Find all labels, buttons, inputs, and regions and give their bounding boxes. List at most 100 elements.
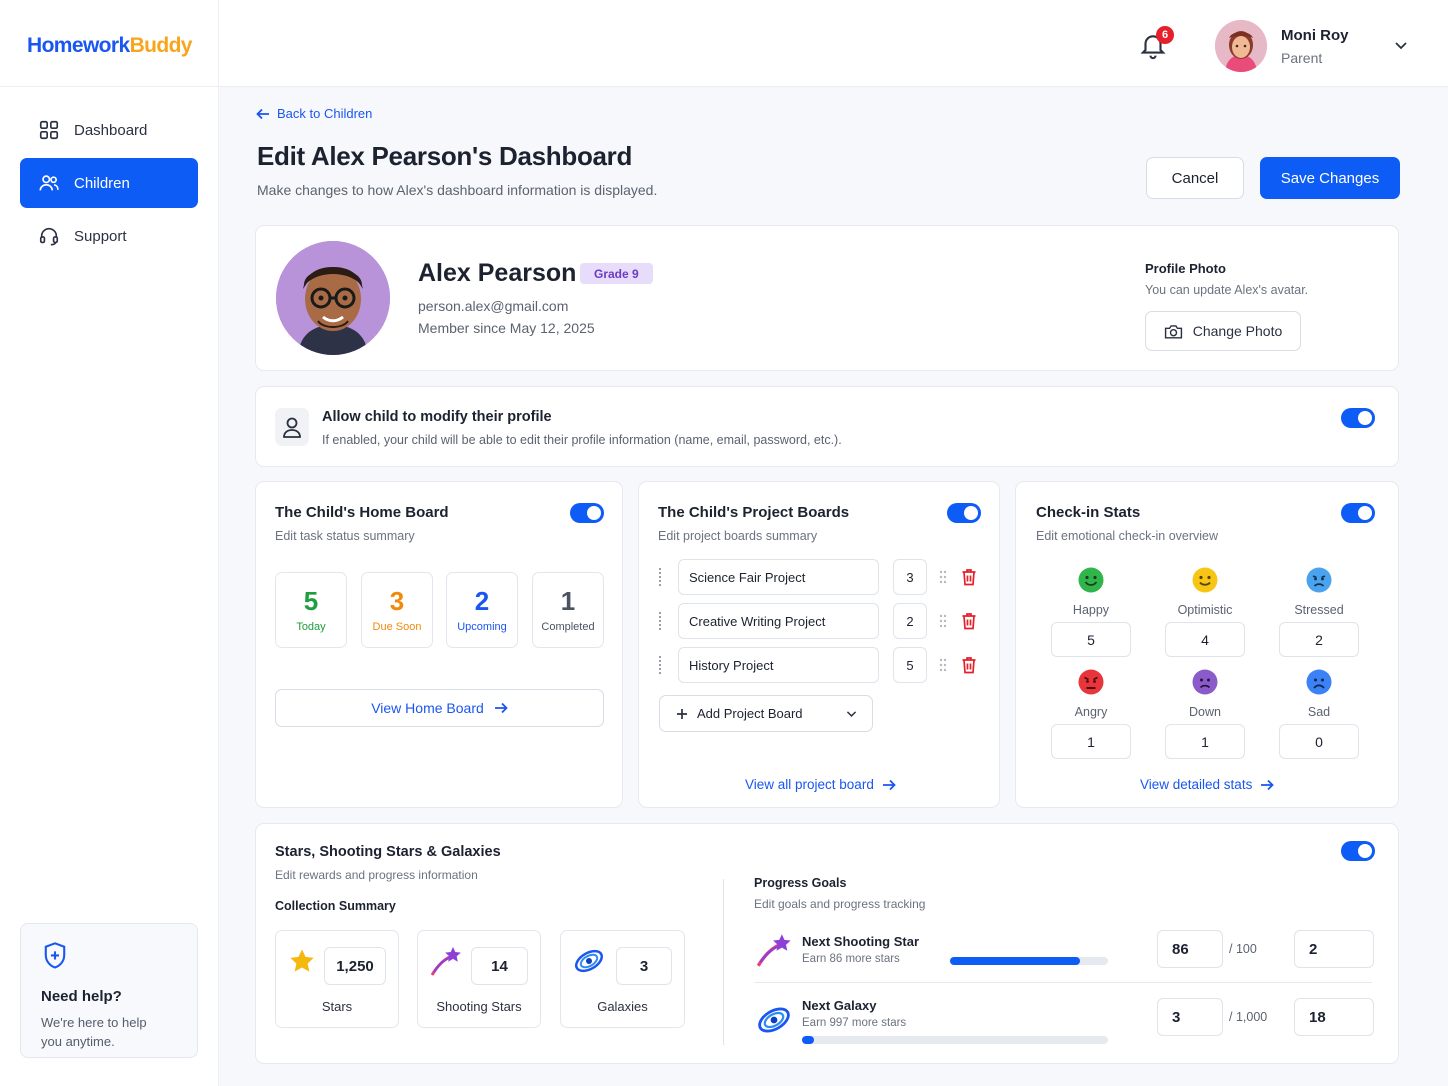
chevron-down-icon[interactable]	[1393, 37, 1409, 53]
goal-progress-bar	[950, 957, 1108, 965]
sidebar-item-dashboard[interactable]: Dashboard	[20, 105, 198, 155]
galaxies-value-field[interactable]: 3	[616, 947, 672, 985]
happy-face-icon	[1078, 567, 1104, 593]
grip-icon[interactable]	[938, 613, 948, 629]
change-photo-label: Change Photo	[1192, 323, 1283, 339]
sidebar-item-children[interactable]: Children	[20, 158, 198, 208]
project-row: History Project 5	[659, 647, 979, 683]
user-icon	[275, 408, 309, 446]
mood-value-field[interactable]: 1	[1051, 724, 1131, 759]
project-count-field[interactable]: 2	[893, 603, 927, 639]
view-all-project-board-link[interactable]: View all project board	[745, 777, 896, 792]
user-avatar[interactable]	[1215, 20, 1267, 72]
grip-icon[interactable]	[938, 569, 948, 585]
goal-progress-fill	[802, 1036, 815, 1044]
stat-today[interactable]: 5 Today	[275, 572, 347, 648]
down-face-icon	[1192, 669, 1218, 695]
sidebar-item-label: Dashboard	[74, 121, 148, 139]
star-icon	[290, 949, 314, 972]
add-project-board-dropdown[interactable]: Add Project Board	[659, 695, 873, 732]
home-board-toggle[interactable]	[570, 503, 604, 523]
mood-value-field[interactable]: 5	[1051, 622, 1131, 657]
galaxy-icon	[758, 1007, 790, 1033]
stars-value-field[interactable]: 1,250	[324, 947, 386, 985]
shield-icon	[44, 942, 66, 969]
project-boards-toggle[interactable]	[947, 503, 981, 523]
help-text: We're here to help you anytime.	[41, 1015, 147, 1049]
permission-card: Allow child to modify their profile If e…	[255, 386, 1399, 467]
project-count-field[interactable]: 5	[893, 647, 927, 683]
project-boards-card: The Child's Project Boards Edit project …	[638, 481, 1000, 808]
goal-extra-field[interactable]: 18	[1294, 998, 1374, 1036]
mood-optimistic: Optimistic 4	[1165, 567, 1245, 657]
arrow-left-icon	[256, 108, 269, 119]
home-board-card: The Child's Home Board Edit task status …	[255, 481, 623, 808]
plus-icon	[677, 708, 687, 719]
drag-handle-icon[interactable]	[659, 656, 663, 674]
project-name-field[interactable]: History Project	[678, 647, 879, 683]
project-boards-subtitle: Edit project boards summary	[658, 529, 818, 543]
shooting-stars-value-field[interactable]: 14	[471, 947, 528, 985]
project-name-field[interactable]: Creative Writing Project	[678, 603, 879, 639]
member-since: Member since May 12, 2025	[418, 320, 595, 336]
project-row: Science Fair Project 3	[659, 559, 979, 595]
stat-value: 5	[303, 586, 319, 616]
mood-label: Optimistic	[1177, 603, 1233, 617]
grid-icon	[39, 120, 59, 140]
drag-handle-icon[interactable]	[659, 612, 663, 630]
allow-modify-toggle[interactable]	[1341, 408, 1375, 428]
mood-value-field[interactable]: 2	[1279, 622, 1359, 657]
galaxy-icon	[574, 949, 604, 973]
stat-upcoming[interactable]: 2 Upcoming	[446, 572, 518, 648]
mood-label: Stressed	[1294, 603, 1344, 617]
user-name[interactable]: Moni Roy	[1281, 27, 1349, 44]
project-row: Creative Writing Project 2	[659, 603, 979, 639]
view-detailed-stats-link[interactable]: View detailed stats	[1140, 777, 1275, 792]
save-changes-button[interactable]: Save Changes	[1260, 157, 1400, 199]
section-divider	[723, 879, 724, 1045]
sidebar-item-support[interactable]: Support	[20, 211, 198, 261]
checkin-toggle[interactable]	[1341, 503, 1375, 523]
mood-angry: Angry 1	[1051, 669, 1131, 759]
home-board-subtitle: Edit task status summary	[275, 529, 415, 543]
sidebar-item-label: Children	[74, 174, 130, 192]
mood-label: Sad	[1307, 705, 1331, 719]
headset-icon	[39, 227, 59, 246]
back-to-children-link[interactable]: Back to Children	[256, 106, 372, 121]
drag-handle-icon[interactable]	[659, 568, 663, 586]
arrow-right-icon	[494, 702, 508, 714]
mood-value-field[interactable]: 1	[1165, 724, 1245, 759]
project-name-field[interactable]: Science Fair Project	[678, 559, 879, 595]
brand-logo[interactable]: HomeworkBuddy	[27, 34, 192, 58]
trash-icon[interactable]	[961, 612, 977, 630]
cancel-button[interactable]: Cancel	[1146, 157, 1244, 199]
rewards-card: Stars, Shooting Stars & Galaxies Edit re…	[255, 823, 1399, 1064]
goal-divider	[754, 982, 1372, 983]
goal-current-field[interactable]: 86	[1157, 930, 1223, 968]
grip-icon[interactable]	[938, 657, 948, 673]
change-photo-button[interactable]: Change Photo	[1145, 311, 1301, 351]
project-boards-title: The Child's Project Boards	[658, 504, 850, 521]
stat-due-soon[interactable]: 3 Due Soon	[361, 572, 433, 648]
stat-completed[interactable]: 1 Completed	[532, 572, 604, 648]
stat-label: Completed	[541, 621, 595, 633]
view-home-board-label: View Home Board	[371, 700, 484, 716]
trash-icon[interactable]	[961, 656, 977, 674]
goal-text: Earn 86 more stars	[802, 953, 900, 965]
goal-current-field[interactable]: 3	[1157, 998, 1223, 1036]
sidebar-item-label: Support	[74, 227, 127, 245]
view-home-board-button[interactable]: View Home Board	[275, 689, 604, 727]
mood-value-field[interactable]: 0	[1279, 724, 1359, 759]
trash-icon[interactable]	[961, 568, 977, 586]
mood-value-field[interactable]: 4	[1165, 622, 1245, 657]
progress-goals-title: Progress Goals	[754, 876, 847, 890]
stat-value: 1	[560, 586, 576, 616]
rewards-toggle[interactable]	[1341, 841, 1375, 861]
goal-extra-field[interactable]: 2	[1294, 930, 1374, 968]
collection-summary-title: Collection Summary	[275, 899, 396, 913]
arrow-right-icon	[1261, 779, 1275, 790]
goal-title: Next Shooting Star	[802, 934, 920, 949]
project-count-field[interactable]: 3	[893, 559, 927, 595]
mood-label: Down	[1189, 705, 1221, 719]
brand-part-1: Homework	[27, 34, 130, 57]
